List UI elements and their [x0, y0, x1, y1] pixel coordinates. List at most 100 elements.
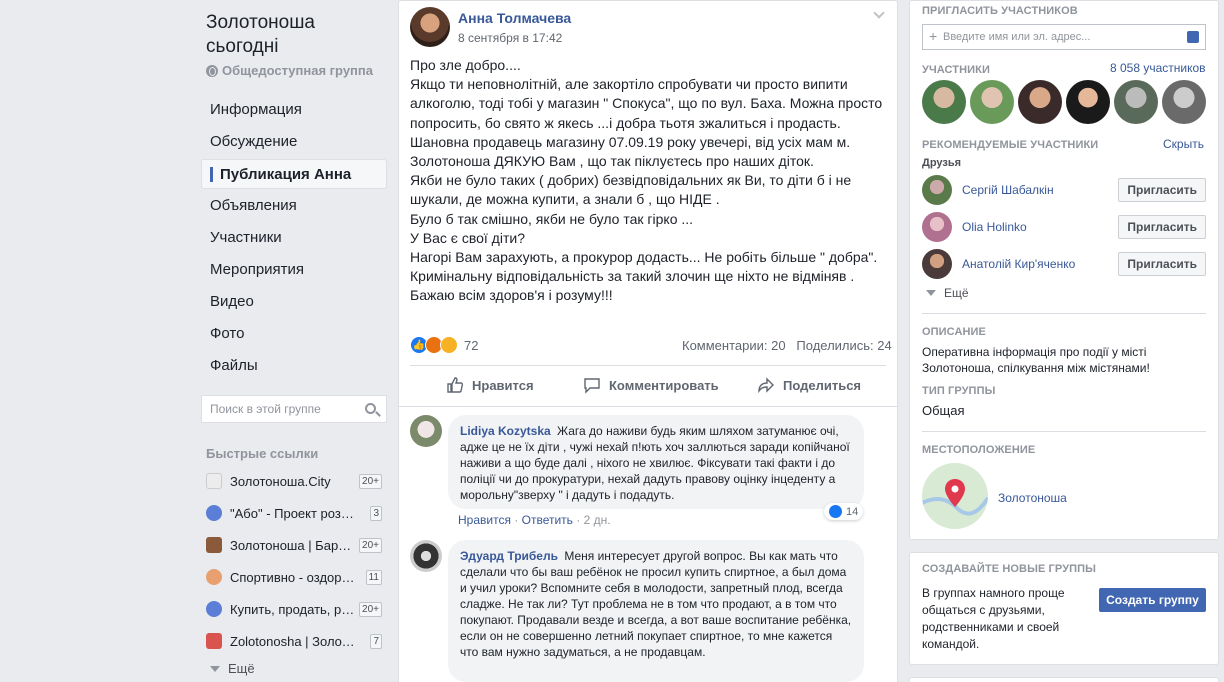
avatar[interactable]	[410, 540, 442, 572]
friend-name[interactable]: Сергій Шабалкін	[962, 183, 1054, 197]
quick-link-label: Zolotonosha | Золотоноша	[230, 633, 358, 649]
comment-bubble: Lidiya Kozytska Жага до наживи будь яким…	[448, 415, 864, 509]
nav-discussion[interactable]: Обсуждение	[201, 127, 387, 157]
reactions-summary[interactable]: 👍 72	[410, 336, 478, 354]
avatar[interactable]	[1162, 80, 1206, 124]
avatar[interactable]	[922, 80, 966, 124]
invite-button[interactable]: Пригласить	[1118, 178, 1206, 202]
friend-row: Сергій Шабалкін Пригласить	[922, 175, 1206, 205]
quick-link-count: 7	[370, 633, 382, 649]
nav-publication[interactable]: Публикация Анна	[201, 159, 387, 189]
quick-link-item[interactable]: Золотоноша.City 20+	[206, 470, 382, 492]
post-author[interactable]: Анна Толмачева	[458, 10, 571, 26]
recommended-more-label: Ещё	[944, 286, 969, 300]
divider	[410, 365, 886, 366]
quick-link-count: 20+	[359, 473, 382, 489]
wow-reaction-icon	[440, 336, 458, 354]
address-book-icon[interactable]	[1187, 31, 1199, 43]
globe-icon	[206, 64, 218, 77]
map-thumbnail[interactable]	[922, 463, 988, 529]
comment-meta: Нравится · Ответить · 2 дн.	[458, 513, 611, 527]
comments-count[interactable]: Комментарии: 20	[682, 338, 786, 353]
quick-link-item[interactable]: Купить, продать, разное 20+	[206, 598, 382, 620]
comment-author[interactable]: Lidiya Kozytska	[460, 424, 551, 438]
comment-reply-link[interactable]: Ответить	[522, 513, 573, 527]
nav-announcements[interactable]: Объявления	[201, 191, 387, 221]
comment-likes-count: 14	[846, 505, 859, 518]
quick-link-item[interactable]: Спортивно - оздоровчий 11	[206, 566, 382, 588]
invite-input[interactable]: + Введите имя или эл. адрес...	[922, 24, 1206, 50]
avatar[interactable]	[1018, 80, 1062, 124]
recommended-more[interactable]: Ещё	[926, 286, 969, 300]
avatar[interactable]	[922, 249, 952, 279]
quick-links-more[interactable]: Ещё	[210, 661, 255, 676]
comment-bubble: Эдуард Трибель Меня интересует другой во…	[448, 540, 864, 682]
avatar[interactable]	[922, 175, 952, 205]
avatar[interactable]	[1114, 80, 1158, 124]
avatar[interactable]	[410, 7, 450, 47]
ball-icon	[206, 569, 222, 585]
friend-name[interactable]: Olia Holinko	[962, 220, 1027, 234]
quick-link-item[interactable]: "Або" - Проект розвитку 3	[206, 502, 382, 524]
invite-button[interactable]: Пригласить	[1118, 252, 1206, 276]
create-group-button[interactable]: Создать группу	[1099, 588, 1206, 612]
divider	[398, 406, 898, 407]
members-count-link[interactable]: 8 058 участников	[1110, 61, 1206, 75]
comment-button[interactable]: Комментировать	[583, 376, 719, 394]
thumbs-up-icon	[447, 377, 464, 393]
quick-link-label: Спортивно - оздоровчий	[230, 569, 358, 585]
house-icon	[206, 633, 222, 649]
group-search-input[interactable]: Поиск в этой группе	[201, 395, 387, 423]
members-title: УЧАСТНИКИ	[922, 64, 991, 76]
comment-like-link[interactable]: Нравится	[458, 513, 511, 527]
nav-members[interactable]: Участники	[201, 223, 387, 253]
briefcase-icon	[206, 537, 222, 553]
post-body: Про зле добро.... Якщо ти неповнолітній,…	[410, 57, 883, 304]
reactions-count: 72	[464, 337, 479, 353]
city-logo-icon	[206, 473, 222, 489]
invite-placeholder: Введите имя или эл. адрес...	[943, 31, 1091, 43]
friends-label: Друзья	[922, 157, 962, 169]
create-title: СОЗДАВАЙТЕ НОВЫЕ ГРУППЫ	[922, 563, 1097, 575]
group-privacy: Общедоступная группа	[206, 63, 373, 78]
search-icon[interactable]	[365, 403, 376, 414]
nav-publication-label: Публикация Анна	[220, 166, 352, 183]
nav-video[interactable]: Видео	[201, 287, 387, 317]
comment-reactions[interactable]: 14	[824, 503, 864, 520]
location-link[interactable]: Золотоноша	[998, 491, 1067, 505]
avatar[interactable]	[1066, 80, 1110, 124]
comment-text: Меня интересует другой вопрос. Вы как ма…	[460, 549, 852, 659]
shares-count[interactable]: Поделились: 24	[796, 338, 891, 353]
quick-link-item[interactable]: Золотоноша | Барахолка 20+	[206, 534, 382, 556]
friend-row: Анатолій Кир'яченко Пригласить	[922, 249, 1206, 279]
share-button[interactable]: Поделиться	[757, 376, 861, 394]
avatar[interactable]	[410, 415, 442, 447]
invite-button[interactable]: Пригласить	[1118, 215, 1206, 239]
group-title[interactable]: Золотоноша сьогодні	[206, 11, 386, 59]
like-reaction-icon	[829, 505, 842, 518]
share-label: Поделиться	[783, 377, 862, 393]
hide-link[interactable]: Скрыть	[1163, 137, 1204, 151]
avatar[interactable]	[970, 80, 1014, 124]
avatar[interactable]	[922, 212, 952, 242]
friend-name[interactable]: Анатолій Кир'яченко	[962, 257, 1075, 271]
quick-link-item[interactable]: Zolotonosha | Золотоноша 7	[206, 630, 382, 652]
quick-link-label: Золотоноша | Барахолка	[230, 537, 358, 553]
description-title: ОПИСАНИЕ	[922, 326, 986, 338]
nav-events[interactable]: Мероприятия	[201, 255, 387, 285]
comment-age[interactable]: 2 дн.	[584, 513, 611, 527]
group-type-title: ТИП ГРУППЫ	[922, 385, 996, 397]
comment-author[interactable]: Эдуард Трибель	[460, 549, 558, 563]
map-pin-icon	[922, 479, 988, 516]
nav-photo[interactable]: Фото	[201, 319, 387, 349]
nav-files[interactable]: Файлы	[201, 351, 387, 381]
group-privacy-label: Общедоступная группа	[222, 63, 373, 78]
recommended-title: РЕКОМЕНДУЕМЫЕ УЧАСТНИКИ	[922, 139, 1099, 151]
like-button[interactable]: Нравится	[446, 376, 534, 394]
friend-row: Olia Holinko Пригласить	[922, 212, 1206, 242]
post-timestamp[interactable]: 8 сентября в 17:42	[458, 31, 562, 45]
quick-link-label: Купить, продать, разное	[230, 601, 358, 617]
quick-link-label: Золотоноша.City	[230, 473, 331, 489]
nav-info[interactable]: Информация	[201, 95, 387, 125]
like-label: Нравится	[472, 377, 534, 393]
